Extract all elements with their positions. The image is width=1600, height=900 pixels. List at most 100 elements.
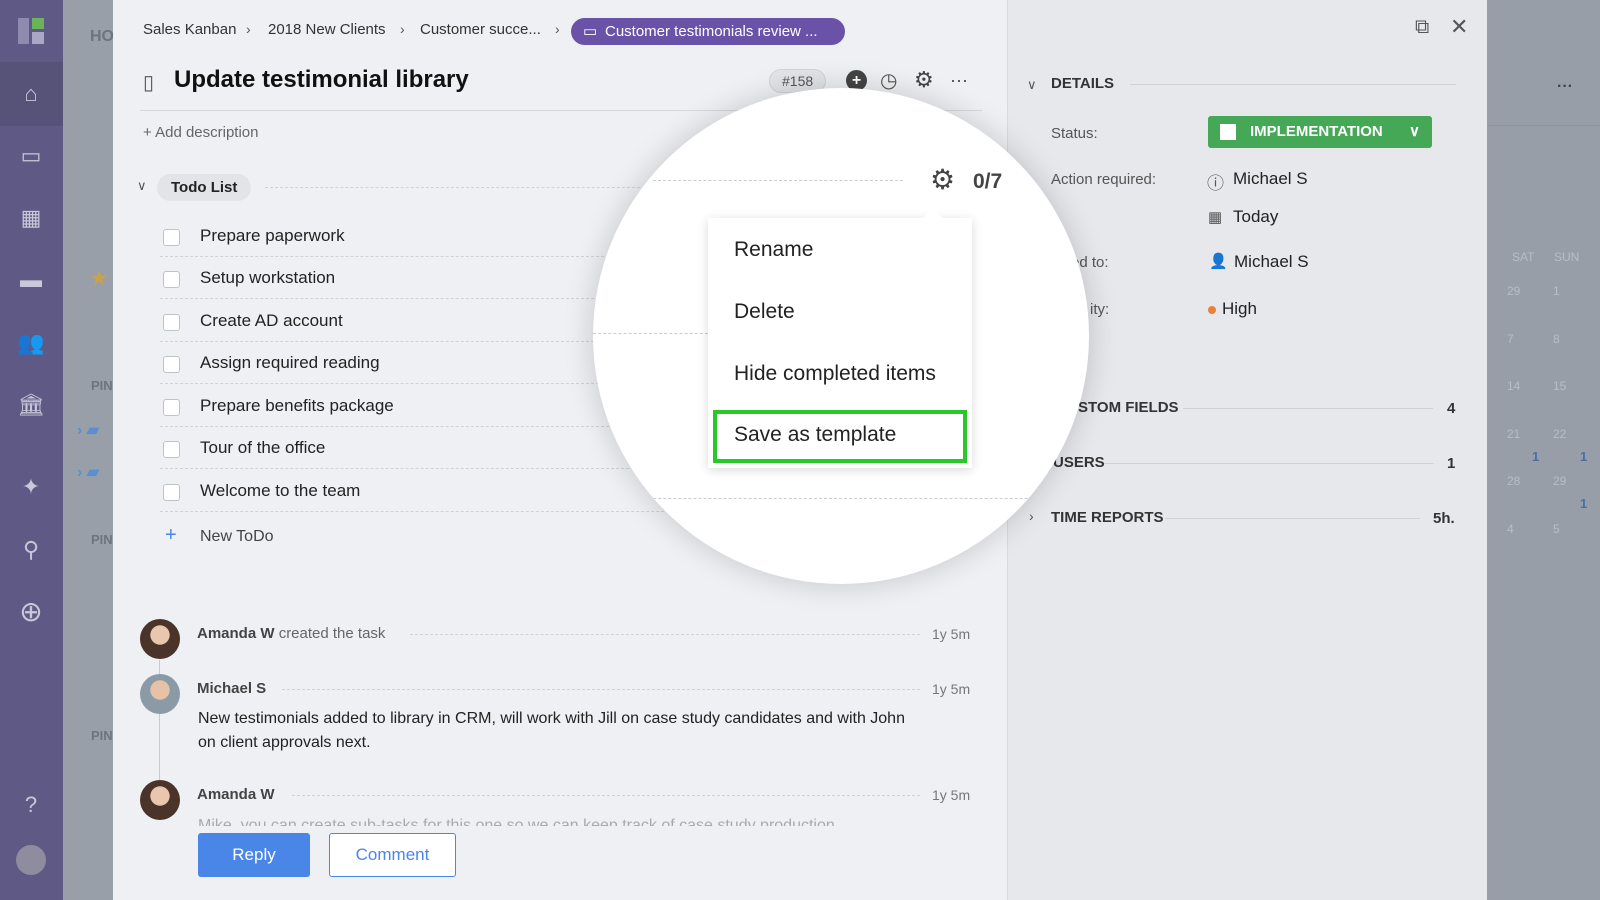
calendar-count[interactable]: 1 <box>1580 449 1587 464</box>
action-date[interactable]: Today <box>1233 207 1278 227</box>
magic-wand-icon[interactable]: ✦ <box>16 472 46 502</box>
status-square-icon <box>1220 124 1236 140</box>
todo-text: Welcome to the team <box>200 481 361 500</box>
close-icon[interactable]: ✕ <box>1450 14 1468 40</box>
comment-button[interactable]: Comment <box>329 833 456 877</box>
add-description-link[interactable]: + Add description <box>143 124 259 141</box>
divider <box>1487 125 1600 126</box>
divider <box>653 180 903 181</box>
comment-text: Mike, you can create sub-tasks for this … <box>198 817 835 826</box>
chevron-right-icon[interactable]: › <box>1029 508 1034 524</box>
priority-value[interactable]: High <box>1222 299 1257 319</box>
checkbox[interactable] <box>163 441 180 458</box>
section-count: 1 <box>1447 455 1456 472</box>
todo-text: Tour of the office <box>200 438 326 457</box>
checkbox[interactable] <box>163 399 180 416</box>
calendar-date: 29 <box>1507 284 1521 298</box>
menu-item-hide-completed[interactable]: Hide completed items <box>734 362 936 386</box>
chat-icon[interactable]: ▬ <box>16 265 46 295</box>
activity-time: 1y 5m <box>932 626 971 642</box>
menu-item-rename[interactable]: Rename <box>734 238 813 262</box>
details-header[interactable]: DETAILS <box>1051 75 1114 92</box>
gear-icon[interactable]: ⚙ <box>930 163 955 196</box>
help-icon[interactable]: ? <box>16 790 46 820</box>
background-calendar: ··· SAT SUN 29 1 7 8 14 15 21 22 1 1 28 29 1 4… <box>1487 0 1600 900</box>
bank-icon[interactable]: 🏛 <box>16 390 46 420</box>
more-icon[interactable]: ··· <box>950 70 968 91</box>
avatar <box>140 674 180 714</box>
pin-section: PIN <box>91 532 113 547</box>
breadcrumb-current-label: Customer testimonials review ... <box>605 23 818 40</box>
status-label: Status: <box>1051 125 1098 142</box>
checkbox[interactable] <box>163 356 180 373</box>
board-icon[interactable]: ▦ <box>16 203 46 233</box>
todo-list-label[interactable]: Todo List <box>157 174 252 201</box>
divider <box>282 689 920 690</box>
action-user[interactable]: Michael S <box>1233 169 1308 189</box>
todo-text: Create AD account <box>200 311 343 330</box>
calendar-day-header: SUN <box>1554 250 1580 264</box>
checkbox[interactable] <box>163 314 180 331</box>
activity-time: 1y 5m <box>932 681 971 697</box>
chevron-down-icon[interactable]: ∨ <box>1027 77 1037 93</box>
calendar-count[interactable]: 1 <box>1532 449 1539 464</box>
clock-icon[interactable]: ◷ <box>880 68 897 93</box>
briefcase-icon[interactable]: ▭ <box>16 141 46 171</box>
new-todo-link[interactable]: New ToDo <box>200 528 274 546</box>
reply-button[interactable]: Reply <box>198 833 310 877</box>
calendar-date: 8 <box>1553 332 1560 346</box>
clipboard-icon: ▯ <box>143 72 155 94</box>
status-value: IMPLEMENTATION <box>1250 123 1383 140</box>
menu-item-delete[interactable]: Delete <box>734 300 795 324</box>
calendar-date: 4 <box>1507 522 1514 536</box>
task-title[interactable]: Update testimonial library <box>174 66 469 94</box>
users-icon[interactable]: 👥 <box>16 328 46 358</box>
time-reports-header[interactable]: TIME REPORTS <box>1051 509 1164 526</box>
save-as-template-highlight <box>713 410 967 463</box>
search-icon[interactable]: ⚲ <box>16 535 46 565</box>
custom-fields-header[interactable]: STOM FIELDS <box>1078 399 1179 416</box>
more-icon[interactable]: ··· <box>1557 78 1573 96</box>
app-nav: ⌂ ▭ ▦ ▬ 👥 🏛 ✦ ⚲ ⊕ ? <box>0 0 63 900</box>
priority-label: ity: <box>1090 301 1110 318</box>
activity-author: Amanda W <box>197 786 275 803</box>
add-icon[interactable]: ⊕ <box>16 597 46 627</box>
section-count: 5h. <box>1433 510 1455 527</box>
popout-icon[interactable]: ⧉ <box>1415 16 1429 39</box>
breadcrumb-item[interactable]: Customer succe... <box>420 21 541 38</box>
todo-text: Prepare benefits package <box>200 396 394 415</box>
alert-circle-icon: ⓘ <box>1207 174 1224 193</box>
calendar-date: 15 <box>1553 379 1567 393</box>
priority-dot-icon <box>1208 306 1216 314</box>
checkbox[interactable] <box>163 484 180 501</box>
secondary-sidebar: HO PIN PIN PIN ★ › ▰ › ▰ <box>63 0 114 900</box>
checkbox[interactable] <box>163 271 180 288</box>
checkbox[interactable] <box>163 229 180 246</box>
breadcrumb-current[interactable]: ▭ Customer testimonials review ... <box>571 18 845 45</box>
users-header[interactable]: USERS <box>1053 454 1105 471</box>
comment-text: New testimonials added to library in CRM… <box>198 710 905 751</box>
divider <box>410 634 920 635</box>
calendar-count[interactable]: 1 <box>1580 496 1587 511</box>
chevron-down-icon: ∨ <box>1409 123 1420 140</box>
divider <box>1104 463 1434 464</box>
chevron-right-icon: › <box>246 21 251 37</box>
calendar-date: 5 <box>1553 522 1560 536</box>
divider <box>593 333 713 334</box>
assigned-user[interactable]: Michael S <box>1234 252 1309 272</box>
star-icon[interactable]: ★ <box>91 268 107 289</box>
user-icon: 👤 <box>1209 253 1228 270</box>
status-dropdown[interactable]: IMPLEMENTATION ∨ <box>1208 116 1432 148</box>
folder-icon[interactable]: › ▰ <box>77 462 99 482</box>
gear-icon[interactable]: ⚙ <box>914 67 934 93</box>
calendar-date: 14 <box>1507 379 1521 393</box>
plus-icon[interactable]: + <box>165 524 177 547</box>
breadcrumb-item[interactable]: Sales Kanban <box>143 21 236 38</box>
home-icon[interactable]: ⌂ <box>16 79 46 109</box>
chevron-down-icon[interactable]: ∨ <box>137 178 147 194</box>
user-avatar[interactable] <box>16 845 46 875</box>
breadcrumb-item[interactable]: 2018 New Clients <box>268 21 386 38</box>
divider <box>1165 518 1420 519</box>
calendar-date: 7 <box>1507 332 1514 346</box>
folder-icon[interactable]: › ▰ <box>77 420 99 440</box>
